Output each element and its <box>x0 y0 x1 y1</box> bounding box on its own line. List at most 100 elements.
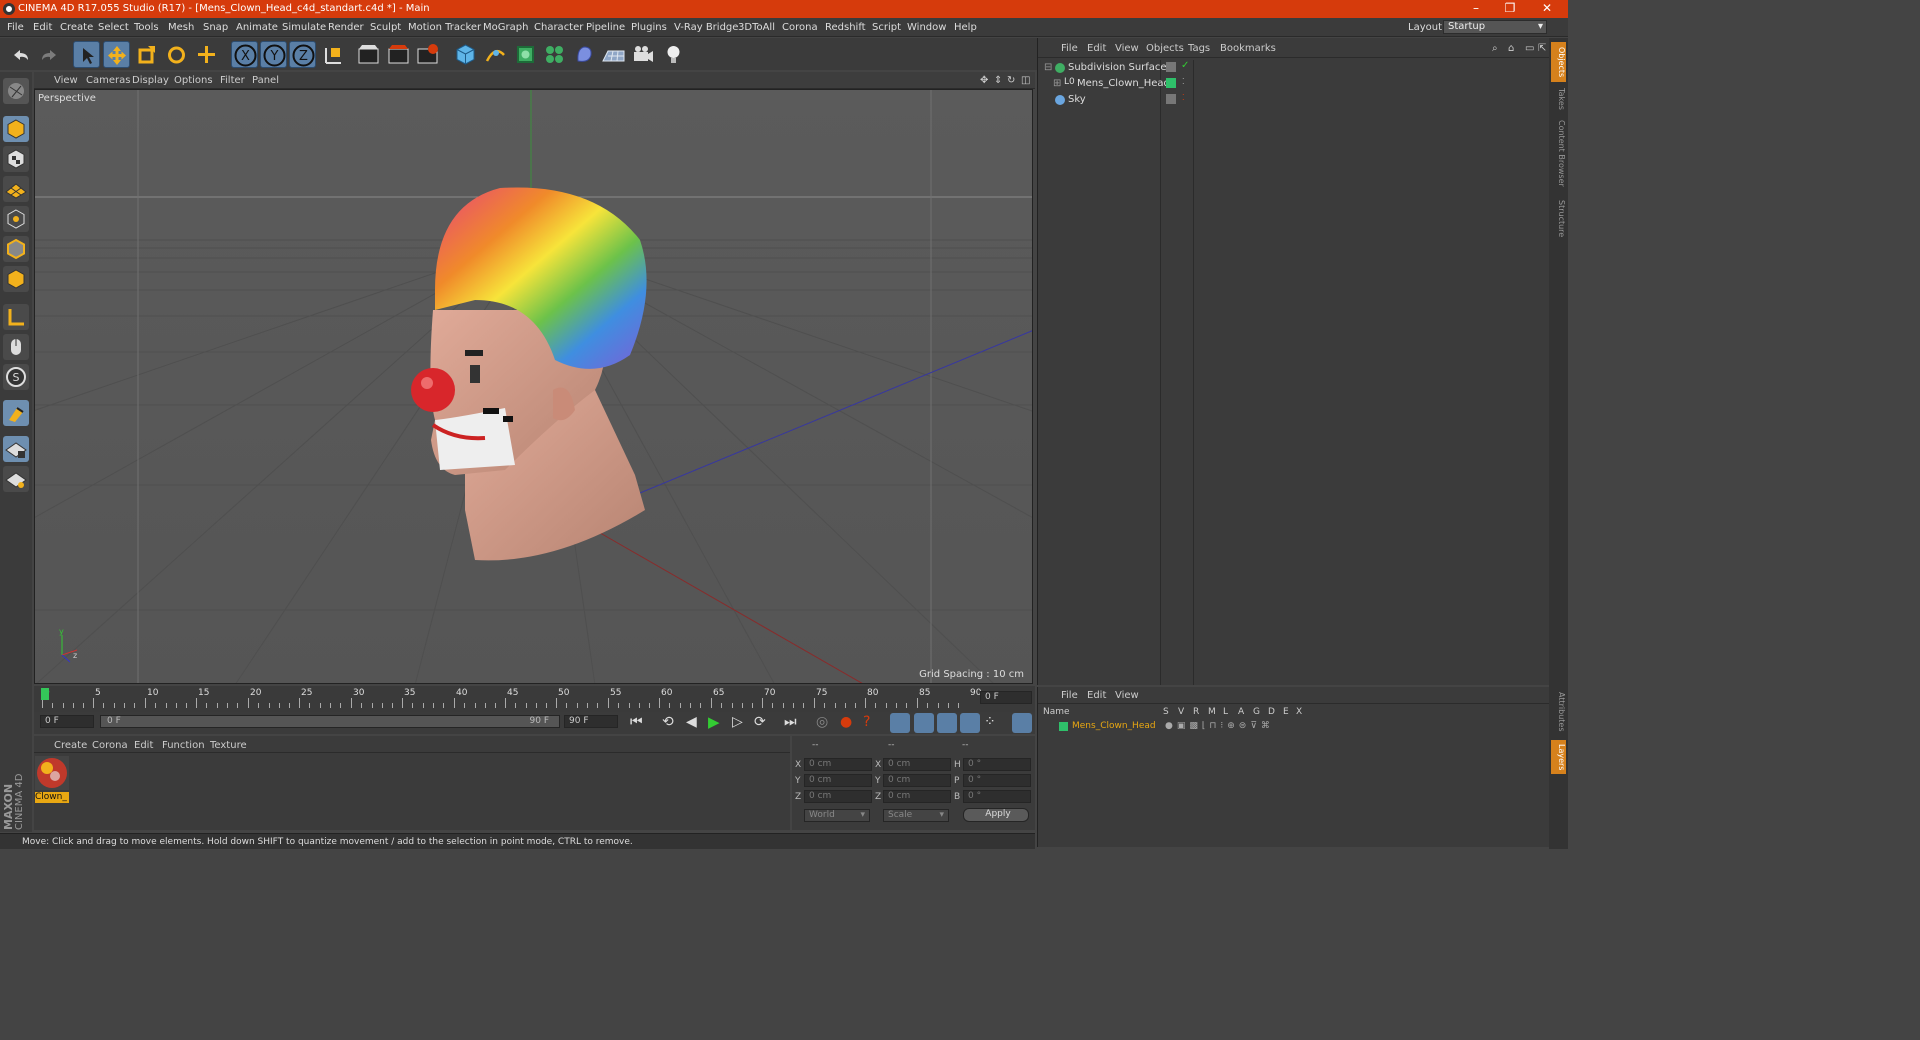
menu-vray-bridge[interactable]: V-Ray Bridge <box>674 22 738 33</box>
layers-menu-file[interactable]: File <box>1061 690 1078 701</box>
menu-corona[interactable]: Corona <box>782 22 818 33</box>
objects-menu-tags[interactable]: Tags <box>1188 43 1210 54</box>
object-row-sky[interactable]: Sky ⁚ <box>1040 92 1548 108</box>
close-button[interactable]: ✕ <box>1537 1 1557 17</box>
render-view-button[interactable] <box>355 41 382 68</box>
material-menu-corona[interactable]: Corona <box>92 740 128 751</box>
key-parameter-button[interactable] <box>960 713 980 733</box>
light-button[interactable] <box>660 41 687 68</box>
maximize-button[interactable]: ❐ <box>1500 1 1520 17</box>
objects-menu-view[interactable]: View <box>1115 43 1139 54</box>
rotate-tool-button[interactable] <box>163 41 190 68</box>
menu-mesh[interactable]: Mesh <box>168 22 194 33</box>
record-keys-button[interactable]: ◎ <box>816 714 828 730</box>
menu-select[interactable]: Select <box>98 22 129 33</box>
menu-render[interactable]: Render <box>328 22 364 33</box>
viewport-menu-panel[interactable]: Panel <box>252 75 279 86</box>
viewport-menu-options[interactable]: Options <box>174 75 213 86</box>
axis-mode-button[interactable] <box>3 304 29 330</box>
solo-mode-button[interactable]: S <box>3 364 29 390</box>
subdivision-surface-button[interactable] <box>512 41 539 68</box>
viewport-rotate-icon[interactable]: ↻ <box>1007 75 1015 86</box>
menu-create[interactable]: Create <box>60 22 93 33</box>
rotation-p-field[interactable]: 0 ° <box>963 774 1031 787</box>
key-rotation-button[interactable] <box>937 713 957 733</box>
next-key-button[interactable]: ⟳ <box>754 714 766 730</box>
objects-menu-objects[interactable]: Objects <box>1146 43 1184 54</box>
points-mode-button[interactable] <box>3 206 29 232</box>
rotation-h-field[interactable]: 0 ° <box>963 758 1031 771</box>
z-axis-lock-button[interactable]: Z <box>289 41 316 68</box>
coordinate-mode-dropdown[interactable]: World ▾ <box>804 809 870 822</box>
search-icon[interactable]: ⌕ <box>1492 43 1498 54</box>
layout-dropdown[interactable]: Startup ▾ <box>1443 20 1547 34</box>
object-row-mens-clown-head[interactable]: ⊞ L0 Mens_Clown_Head ⁚ <box>1040 76 1548 92</box>
x-axis-lock-button[interactable]: X <box>231 41 258 68</box>
make-editable-button[interactable] <box>3 78 29 104</box>
menu-script[interactable]: Script <box>872 22 901 33</box>
key-scale-button[interactable] <box>914 713 934 733</box>
menu-sculpt[interactable]: Sculpt <box>370 22 401 33</box>
bookmark-icon[interactable]: ▭ <box>1525 43 1534 54</box>
key-position-button[interactable] <box>890 713 910 733</box>
keyframe-selection-button[interactable]: ? <box>863 714 870 730</box>
tab-takes[interactable]: Takes <box>1551 86 1566 112</box>
floor-button[interactable] <box>600 41 627 68</box>
deformer-button[interactable] <box>571 41 598 68</box>
menu-redshift[interactable]: Redshift <box>825 22 866 33</box>
tab-objects[interactable]: Objects <box>1551 42 1566 82</box>
end-frame-field[interactable]: 90 F <box>564 715 618 728</box>
layer-color-icon[interactable] <box>1166 78 1176 88</box>
current-frame-field[interactable]: 0 F <box>980 691 1032 704</box>
scale-tool-button[interactable] <box>133 41 160 68</box>
visibility-dots-icon[interactable]: ⁚ <box>1182 93 1185 102</box>
cloner-button[interactable] <box>541 41 568 68</box>
visibility-toggle-icon[interactable] <box>1166 62 1176 72</box>
enabled-check-icon[interactable]: ✓ <box>1181 60 1189 71</box>
objects-menu-bookmarks[interactable]: Bookmarks <box>1220 43 1276 54</box>
position-z-field[interactable]: 0 cm <box>804 790 872 803</box>
layer-color-swatch[interactable] <box>1059 722 1068 731</box>
objects-menu-file[interactable]: File <box>1061 43 1078 54</box>
menu-simulate[interactable]: Simulate <box>282 22 326 33</box>
tab-content-browser[interactable]: Content Browser <box>1551 118 1566 188</box>
home-icon[interactable]: ⌂ <box>1508 43 1514 54</box>
start-frame-field[interactable]: 0 F <box>40 715 94 728</box>
move-tool-button[interactable] <box>103 41 130 68</box>
layer-row[interactable]: Mens_Clown_Head ●▣▩⌊⊓⁝⊕⊜⊽⌘ <box>1038 720 1550 734</box>
snapping-button[interactable] <box>3 400 29 426</box>
next-frame-button[interactable]: ▷ <box>732 714 743 730</box>
layers-menu-edit[interactable]: Edit <box>1087 690 1106 701</box>
tweak-mode-button[interactable] <box>3 334 29 360</box>
rotation-b-field[interactable]: 0 ° <box>963 790 1031 803</box>
expand-tree-icon[interactable]: ⊞ <box>1053 78 1061 89</box>
menu-pipeline[interactable]: Pipeline <box>586 22 625 33</box>
frame-range-slider[interactable]: 0 F 90 F <box>100 715 560 728</box>
viewport-menu-view[interactable]: View <box>54 75 78 86</box>
viewport-menu-display[interactable]: Display <box>132 75 169 86</box>
menu-animate[interactable]: Animate <box>236 22 278 33</box>
perspective-viewport[interactable]: y z Perspective Grid Spacing : 10 cm <box>34 89 1033 684</box>
visibility-toggle-icon[interactable] <box>1166 94 1176 104</box>
previous-frame-button[interactable]: ◀ <box>686 714 697 730</box>
texture-mode-button[interactable] <box>3 146 29 172</box>
auto-key-button[interactable]: ● <box>840 714 852 730</box>
object-row-subdivision-surface[interactable]: ⊟ Subdivision Surface ✓ <box>1040 60 1548 76</box>
polygons-mode-button[interactable] <box>3 266 29 292</box>
material-swatch[interactable]: Clown_ <box>35 756 69 804</box>
viewport-zoom-icon[interactable]: ⇕ <box>994 75 1002 86</box>
collapse-icon[interactable]: ⊟ <box>1044 62 1052 73</box>
size-x-field[interactable]: 0 cm <box>883 758 951 771</box>
size-z-field[interactable]: 0 cm <box>883 790 951 803</box>
material-menu-create[interactable]: Create <box>54 740 87 751</box>
menu-tools[interactable]: Tools <box>134 22 159 33</box>
spline-pen-button[interactable] <box>482 41 509 68</box>
go-to-start-button[interactable]: ⏮ <box>630 714 643 730</box>
go-to-end-button[interactable]: ⏭ <box>784 714 797 730</box>
timeline-window-button[interactable] <box>1012 713 1032 733</box>
visibility-dots-icon[interactable]: ⁚ <box>1182 77 1185 86</box>
expand-icon[interactable]: ⇱ <box>1538 43 1546 54</box>
position-y-field[interactable]: 0 cm <box>804 774 872 787</box>
layer-flag-icons[interactable]: ●▣▩⌊⊓⁝⊕⊜⊽⌘ <box>1165 721 1274 731</box>
menu-character[interactable]: Character <box>534 22 583 33</box>
